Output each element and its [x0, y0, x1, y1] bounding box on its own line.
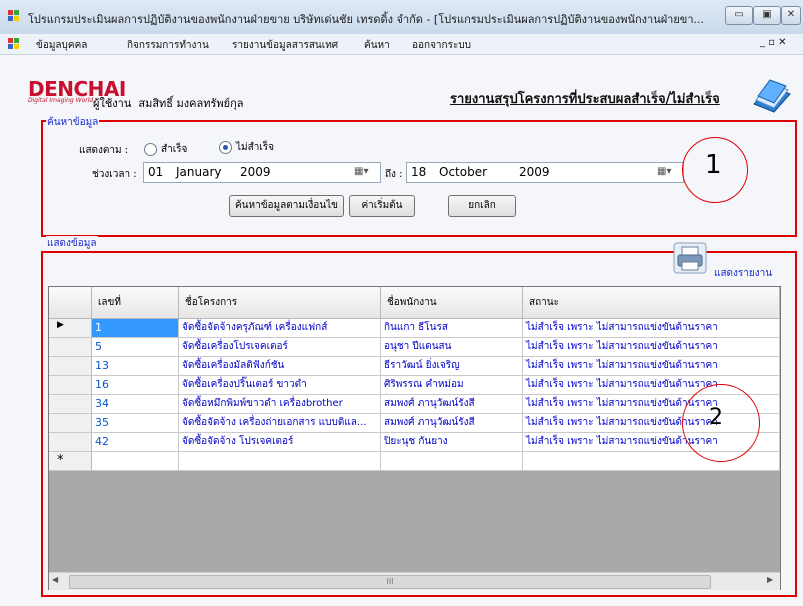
mdi-window-controls[interactable]: _ ▫ ✕	[760, 37, 787, 48]
cell-number[interactable]: 35	[92, 414, 179, 433]
new-row-marker: *	[57, 453, 64, 468]
menu-item-personal[interactable]: ข้อมูลบุคคล	[36, 38, 87, 53]
date-from-picker[interactable]: 01 January 2009 ▦▾	[143, 162, 381, 183]
report-book-icon	[750, 78, 792, 116]
calendar-dropdown-icon[interactable]: ▦▾	[354, 166, 368, 177]
column-header-project[interactable]: ชื่อโครงการ	[179, 287, 381, 319]
menu-item-activities[interactable]: กิจกรรมการทำงาน	[127, 38, 209, 53]
calendar-dropdown-icon[interactable]: ▦▾	[657, 166, 671, 177]
column-header-employee[interactable]: ชื่อพนักงาน	[381, 287, 523, 319]
date-from-month[interactable]: January	[176, 165, 222, 179]
default-button[interactable]: ค่าเริ่มต้น	[349, 195, 415, 217]
horizontal-scrollbar[interactable]: ◀ III ▶	[49, 572, 780, 590]
cell-project[interactable]: จัดซื้อหมึกพิมพ์ขาวดำ เครื่องbrother	[179, 395, 381, 414]
cancel-button[interactable]: ยกเลิก	[448, 195, 516, 217]
row-header[interactable]	[49, 357, 92, 376]
window-title-bar: โปรแกรมประเมินผลการปฏิบัติงานของพนักงานฝ…	[0, 0, 803, 35]
scroll-thumb-grip: III	[386, 577, 394, 586]
cell-employee[interactable]: ธีราวัฒน์ ยิ่งเจริญ	[381, 357, 523, 376]
cell-project[interactable]: จัดซื้อจัดจ้าง โปรเจคเตอร์	[179, 433, 381, 452]
logo-tagline: Digital Imaging World	[28, 97, 94, 104]
date-to-year[interactable]: 2009	[519, 165, 550, 179]
cell-status[interactable]: ไม่สำเร็จ เพราะ ไม่สามารถแข่งขันด้านราคา	[523, 338, 780, 357]
scroll-right-arrow[interactable]: ▶	[767, 575, 773, 584]
scroll-left-arrow[interactable]: ◀	[52, 575, 58, 584]
cell-project[interactable]: จัดซื้อเครื่องปริ๊นเตอร์ ขาวดำ	[179, 376, 381, 395]
to-label: ถึง :	[385, 169, 403, 180]
results-group-label: แสดงข้อมูล	[46, 236, 98, 251]
row-header[interactable]: ▶	[49, 319, 92, 338]
show-report-link[interactable]: แสดงรายงาน	[714, 266, 772, 281]
menu-bar: ข้อมูลบุคคล กิจกรรมการทำงาน รายงานข้อมูล…	[0, 34, 803, 55]
new-row-cell[interactable]	[92, 452, 179, 471]
window-title: โปรแกรมประเมินผลการปฏิบัติงานของพนักงานฝ…	[28, 13, 704, 26]
close-button[interactable]: ✕	[781, 6, 801, 25]
column-header-number[interactable]: เลขที่	[92, 287, 179, 319]
row-header[interactable]	[49, 414, 92, 433]
row-header[interactable]	[49, 395, 92, 414]
scroll-thumb[interactable]: III	[69, 575, 711, 589]
annotation-number-2: 2	[709, 405, 723, 430]
cell-number[interactable]: 16	[92, 376, 179, 395]
report-title: รายงานสรุปโครงการที่ประสบผลสำเร็จ/ไม่สำเ…	[450, 92, 720, 107]
cell-project[interactable]: จัดซื้อจัดจ้างครุภัณฑ์ เครื่องแฟกส์	[179, 319, 381, 338]
menu-item-logout[interactable]: ออกจากระบบ	[412, 38, 471, 53]
radio-success[interactable]	[144, 143, 157, 156]
annotation-number-1: 1	[705, 150, 722, 180]
show-by-label: แสดงตาม :	[79, 145, 129, 156]
row-header[interactable]	[49, 433, 92, 452]
date-to-picker[interactable]: 18 October 2009 ▦▾	[406, 162, 684, 183]
radio-fail[interactable]	[219, 141, 232, 154]
radio-fail-label: ไม่สำเร็จ	[236, 142, 274, 153]
cell-employee[interactable]: สมพงศ์ ภานุวัฒน์รังสี	[381, 414, 523, 433]
row-header[interactable]	[49, 338, 92, 357]
cell-number[interactable]: 1	[92, 319, 179, 338]
column-header-status[interactable]: สถานะ	[523, 287, 780, 319]
new-row-cell[interactable]	[381, 452, 523, 471]
grid-corner	[49, 287, 92, 319]
cell-project[interactable]: จัดซื้อเครื่องโปรเจคเตอร์	[179, 338, 381, 357]
cell-status[interactable]: ไม่สำเร็จ เพราะ ไม่สามารถแข่งขันด้านราคา	[523, 319, 780, 338]
date-from-day[interactable]: 01	[148, 165, 163, 179]
menu-item-reports[interactable]: รายงานข้อมูลสารสนเทศ	[232, 38, 338, 53]
cell-employee[interactable]: อนุชา ปีแดนสน	[381, 338, 523, 357]
cell-number[interactable]: 5	[92, 338, 179, 357]
cell-project[interactable]: จัดซื้อจัดจ้าง เครื่องถ่ายเอกสาร แบบดิแล…	[179, 414, 381, 433]
search-group-label: ค้นหาข้อมูล	[46, 115, 100, 130]
user-label: ผู้ใช้งาน	[93, 97, 132, 110]
cell-number[interactable]: 34	[92, 395, 179, 414]
minimize-button[interactable]: ▭	[725, 6, 753, 25]
cell-employee[interactable]: ปิยะนุช กันยาง	[381, 433, 523, 452]
app-icon	[8, 10, 20, 22]
cell-employee[interactable]: สมพงศ์ ภานุวัฒน์รังสี	[381, 395, 523, 414]
new-row-header[interactable]: *	[49, 452, 92, 471]
cell-number[interactable]: 42	[92, 433, 179, 452]
user-info: ผู้ใช้งาน สมสิทธิ์ มงคลทรัพย์กุล	[93, 94, 243, 112]
maximize-button[interactable]: ▣	[753, 6, 781, 25]
cell-employee[interactable]: กินแกา ธีโนรส	[381, 319, 523, 338]
user-name: สมสิทธิ์ มงคลทรัพย์กุล	[138, 97, 244, 110]
cell-number[interactable]: 13	[92, 357, 179, 376]
new-row-cell[interactable]	[179, 452, 381, 471]
cell-status[interactable]: ไม่สำเร็จ เพราะ ไม่สามารถแข่งขันด้านราคา	[523, 357, 780, 376]
date-from-year[interactable]: 2009	[240, 165, 271, 179]
mdi-icon	[8, 38, 20, 50]
menu-item-search[interactable]: ค้นหา	[364, 38, 390, 53]
cell-project[interactable]: จัดซื้อเครื่องมัลติฟังก์ชัน	[179, 357, 381, 376]
current-row-indicator: ▶	[57, 320, 64, 330]
results-grid: เลขที่ ชื่อโครงการ ชื่อพนักงาน สถานะ ▶ 1 จ…	[48, 286, 781, 590]
cell-employee[interactable]: ศิริพรรณ คำหม่อม	[381, 376, 523, 395]
printer-icon[interactable]	[673, 242, 707, 274]
date-to-month[interactable]: October	[439, 165, 487, 179]
period-label: ช่วงเวลา :	[92, 169, 137, 180]
radio-success-label: สำเร็จ	[161, 144, 188, 155]
date-to-day[interactable]: 18	[411, 165, 426, 179]
row-header[interactable]	[49, 376, 92, 395]
search-button[interactable]: ค้นหาข้อมูลตามเงื่อนไข	[229, 195, 344, 217]
